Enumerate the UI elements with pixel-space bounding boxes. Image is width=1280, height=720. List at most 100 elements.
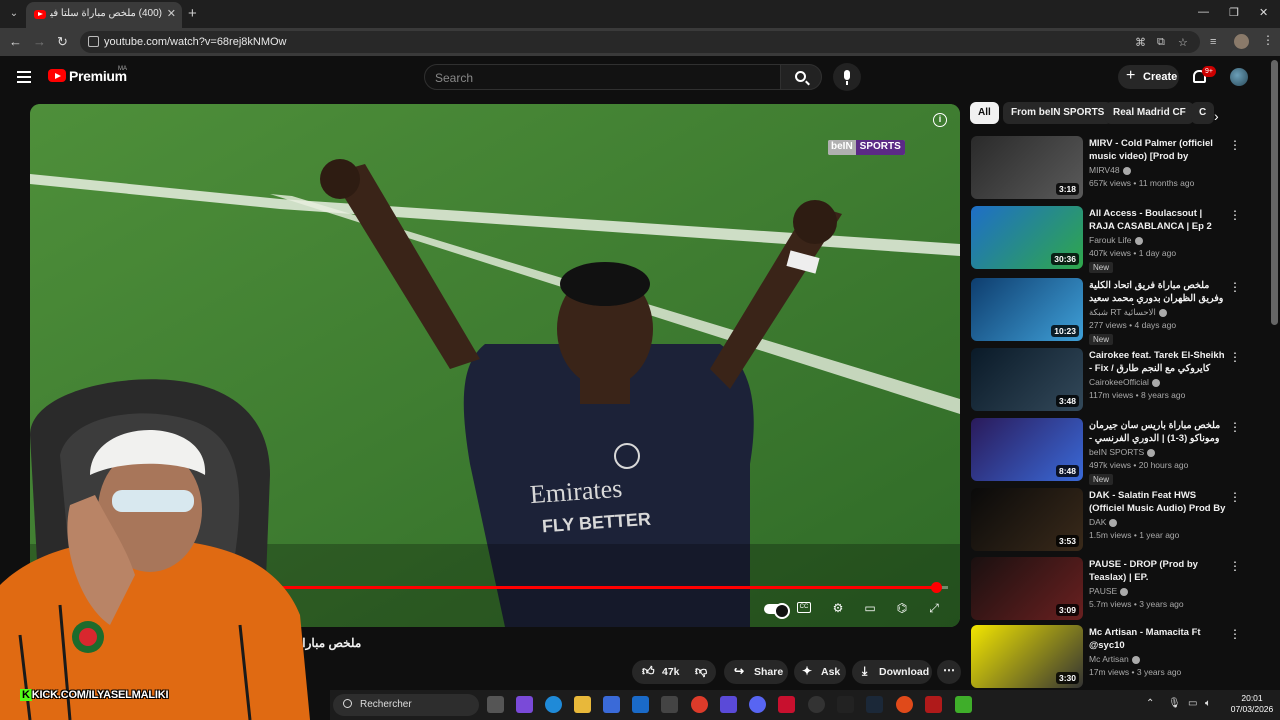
back-arrow-icon[interactable]: ←	[9, 34, 22, 49]
like-thumb-icon[interactable]: 👍︎	[642, 664, 655, 679]
task-view-icon[interactable]	[487, 696, 504, 713]
more-vertical-icon[interactable]: ⋮	[1229, 559, 1241, 573]
adobe-icon[interactable]	[778, 696, 795, 713]
more-actions-button[interactable]: ⋯	[937, 660, 961, 684]
tab-list-chevron-icon[interactable]: ⌄	[6, 6, 22, 22]
page-scrollbar[interactable]	[1271, 60, 1278, 325]
minimize-icon[interactable]: —	[1198, 6, 1209, 18]
create-button[interactable]: + Create	[1118, 65, 1179, 89]
tray-overflow-chevron-icon[interactable]: ⌃	[1146, 698, 1154, 709]
chip-overflow[interactable]: C	[1191, 102, 1215, 124]
like-count[interactable]: 47k	[662, 666, 680, 678]
recommendation-item[interactable]: 3:09 PAUSE - DROP (Prod by Teaslax) | EP.…	[971, 557, 1243, 623]
discord-icon[interactable]	[749, 696, 766, 713]
youtube-logo-icon[interactable]	[48, 69, 66, 82]
settings-gear-icon[interactable]: ⚙	[828, 600, 848, 616]
video-thumbnail[interactable]: 3:18	[971, 136, 1083, 199]
edge-icon[interactable]	[545, 696, 562, 713]
chips-next-chevron-icon[interactable]: ›	[1214, 108, 1219, 124]
address-bar[interactable]: youtube.com/watch?v=68rej8kNMOw ⌘ ⧉ ☆	[80, 31, 1200, 53]
subtitles-button[interactable]: CC	[797, 600, 817, 616]
info-icon[interactable]: i	[933, 113, 947, 127]
media-app-icon[interactable]	[925, 696, 942, 713]
video-title[interactable]: ملخص مباراة باريس سان جيرمان وموناكو (3-…	[1089, 419, 1227, 445]
video-thumbnail[interactable]: 3:09	[971, 557, 1083, 620]
recommendation-item[interactable]: 10:23 ملخص مباراة فريق اتحاد الكلية وفريق…	[971, 278, 1243, 345]
recommendation-item[interactable]: 30:36 All Access - Boulacsout | RAJA CASA…	[971, 206, 1243, 273]
chip-real-madrid[interactable]: Real Madrid CF	[1105, 102, 1194, 124]
copilot-icon[interactable]	[516, 696, 533, 713]
autoplay-toggle[interactable]	[764, 603, 790, 619]
theater-mode-icon[interactable]: ▭	[860, 600, 880, 616]
ask-button[interactable]: ✦ Ask	[794, 660, 846, 684]
browser-tab[interactable]: (400) ملخص مباراة سلتا فيغو ور ✕	[26, 2, 182, 28]
volume-tray-icon[interactable]: 🔈︎	[1205, 698, 1211, 709]
reading-list-icon[interactable]: ≡	[1210, 36, 1216, 48]
channel-name[interactable]: Mc Artisan	[1089, 654, 1140, 664]
taskbar-search[interactable]: Rechercher	[333, 694, 479, 716]
dislike-thumb-icon[interactable]: 👎︎	[695, 664, 707, 679]
url-text[interactable]: youtube.com/watch?v=68rej8kNMOw	[104, 36, 287, 48]
reload-icon[interactable]: ↻	[57, 34, 68, 50]
video-thumbnail[interactable]: 3:53	[971, 488, 1083, 551]
game-controller-icon[interactable]	[720, 696, 737, 713]
recommendation-item[interactable]: 3:18 MIRV - Cold Palmer (officiel music v…	[971, 136, 1243, 202]
notification-app-icon[interactable]	[896, 696, 913, 713]
channel-name[interactable]: Farouk Life	[1089, 235, 1143, 245]
profile-avatar[interactable]	[1234, 34, 1249, 49]
recommendation-item[interactable]: 3:48 Cairokee feat. Tarek El-Sheikh - Fix…	[971, 348, 1243, 414]
download-button[interactable]: ⤓ Download	[852, 660, 932, 684]
search-input[interactable]: Search	[424, 64, 781, 90]
video-thumbnail[interactable]: 3:48	[971, 348, 1083, 411]
search-button[interactable]	[780, 64, 822, 90]
channel-name[interactable]: PAUSE	[1089, 586, 1129, 596]
video-thumbnail[interactable]: 8:48	[971, 418, 1083, 481]
menu-hamburger-icon[interactable]	[17, 71, 31, 83]
chip-from-bein[interactable]: From beIN SPORTS	[1003, 102, 1113, 124]
recommendation-item[interactable]: 3:53 DAK - Salatin Feat HWS (Officiel Mus…	[971, 488, 1243, 554]
more-vertical-icon[interactable]: ⋮	[1229, 280, 1241, 294]
chrome-icon[interactable]	[691, 696, 708, 713]
channel-name[interactable]: شبكة RT الاحسائية	[1089, 307, 1167, 318]
channel-name[interactable]: CairokeeOfficial	[1089, 377, 1160, 387]
photos-icon[interactable]	[661, 696, 678, 713]
forward-arrow-icon[interactable]: →	[33, 34, 46, 49]
more-vertical-icon[interactable]: ⋮	[1229, 208, 1241, 222]
outlook-icon[interactable]	[632, 696, 649, 713]
tab-close-icon[interactable]: ✕	[167, 7, 176, 20]
browser-menu-icon[interactable]: ⋮	[1262, 33, 1274, 47]
video-title[interactable]: MIRV - Cold Palmer (officiel music video…	[1089, 137, 1227, 163]
site-info-icon[interactable]	[88, 36, 99, 47]
video-title[interactable]: PAUSE - DROP (Prod by Teaslax) | EP. MET…	[1089, 558, 1227, 584]
video-thumbnail[interactable]: 30:36	[971, 206, 1083, 269]
more-vertical-icon[interactable]: ⋮	[1229, 138, 1241, 152]
bookmark-star-icon[interactable]: ☆	[1178, 36, 1188, 49]
progress-bar[interactable]	[275, 582, 948, 593]
window-close-icon[interactable]: ✕	[1259, 6, 1268, 19]
steam-icon[interactable]	[866, 696, 883, 713]
video-title[interactable]: DAK - Salatin Feat HWS (Officiel Music A…	[1089, 489, 1227, 515]
install-app-icon[interactable]: ⧉	[1157, 36, 1165, 49]
translate-icon[interactable]: ⌘	[1135, 36, 1146, 49]
more-vertical-icon[interactable]: ⋮	[1229, 490, 1241, 504]
channel-name[interactable]: DAK	[1089, 517, 1118, 527]
display-tray-icon[interactable]: ▭	[1188, 698, 1197, 709]
video-thumbnail[interactable]: 10:23	[971, 278, 1083, 341]
video-title[interactable]: All Access - Boulacsout | RAJA CASABLANC…	[1089, 207, 1227, 233]
restore-icon[interactable]: ❐	[1229, 6, 1239, 19]
share-button[interactable]: ↪ Share	[724, 660, 788, 684]
system-clock[interactable]: 20:01 07/03/2026	[1226, 693, 1278, 715]
chip-all[interactable]: All	[970, 102, 999, 124]
channel-name[interactable]: beIN SPORTS	[1089, 447, 1156, 457]
video-title[interactable]: Cairokee feat. Tarek El-Sheikh - Fix / ك…	[1089, 349, 1227, 375]
more-vertical-icon[interactable]: ⋮	[1229, 627, 1241, 641]
progress-scrubber-handle[interactable]	[930, 582, 942, 593]
channel-name[interactable]: MIRV48	[1089, 165, 1131, 175]
video-title[interactable]: Mc Artisan - Mamacita Ft @syc10	[1089, 626, 1227, 652]
new-tab-plus-icon[interactable]: +	[188, 5, 197, 22]
more-vertical-icon[interactable]: ⋮	[1229, 350, 1241, 364]
streaming-app-icon[interactable]	[955, 696, 972, 713]
store-icon[interactable]	[603, 696, 620, 713]
fullscreen-icon[interactable]: ⤢	[924, 600, 944, 616]
file-explorer-icon[interactable]	[574, 696, 591, 713]
